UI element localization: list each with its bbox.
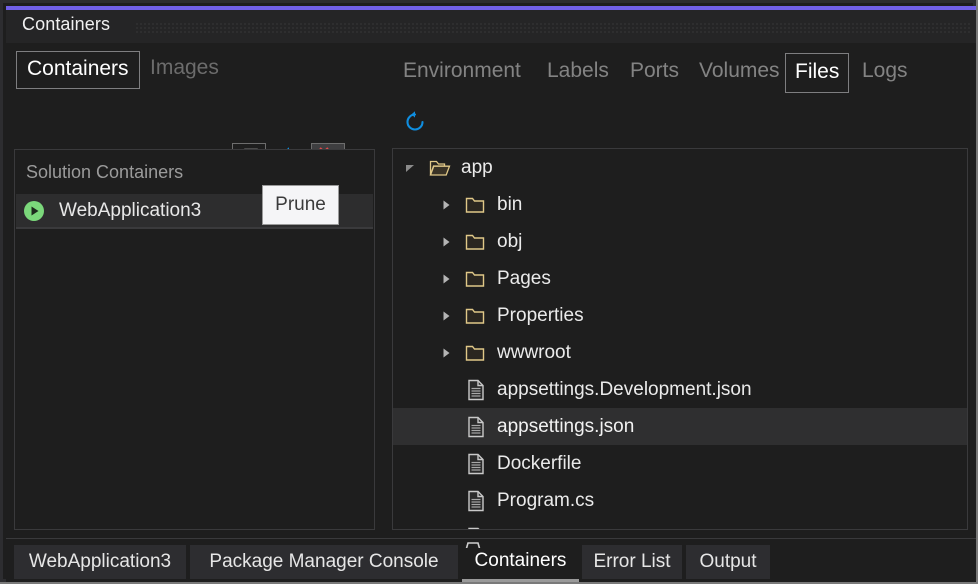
container-details-pane: Environment Labels Ports Volumes Files L… — [386, 43, 976, 538]
folder-icon — [465, 194, 487, 216]
title-bar-drag-grip[interactable] — [135, 22, 970, 33]
refresh-icon — [403, 110, 427, 139]
chevron-right-icon[interactable] — [439, 198, 453, 212]
bottom-tab-strip: WebApplication3 Package Manager Console … — [6, 538, 976, 582]
tree-row-label: obj — [497, 230, 523, 252]
tree-row-label: Program.cs — [497, 489, 595, 511]
file-icon — [465, 453, 487, 475]
containers-tool-window: Containers Containers Images Prune Solut… — [0, 0, 978, 584]
folder-icon — [429, 157, 451, 179]
window-title-bar: Containers — [6, 10, 976, 43]
tab-pin-indicator — [463, 538, 485, 548]
folder-icon — [465, 342, 487, 364]
tree-row[interactable]: wwwroot — [393, 334, 967, 371]
panel-body: Containers Images Prune Solution Contain… — [6, 43, 976, 538]
folder-icon — [465, 305, 487, 327]
tree-row-label: wwwroot — [497, 341, 571, 363]
container-list-item-label: WebApplication3 — [59, 199, 202, 221]
tree-row-label: bin — [497, 193, 523, 215]
tab-files[interactable]: Files — [785, 53, 850, 94]
tooltip-text: Prune — [275, 194, 326, 215]
tree-row-label: app — [461, 156, 493, 178]
tree-row[interactable] — [393, 519, 967, 529]
tab-images[interactable]: Images — [140, 51, 229, 87]
bottom-strip-divider — [6, 538, 976, 539]
file-icon — [465, 490, 487, 512]
tree-row-label: Properties — [497, 304, 584, 326]
running-play-icon — [22, 199, 46, 223]
window-frame: Containers Containers Images Prune Solut… — [0, 0, 976, 582]
tree-row[interactable]: bin — [393, 186, 967, 223]
files-toolbar — [386, 106, 976, 144]
tree-row-label: Pages — [497, 267, 551, 289]
tree-row-label: appsettings.Development.json — [497, 378, 752, 400]
containers-left-pane: Containers Images Prune Solution Contain… — [6, 43, 383, 538]
chevron-right-icon[interactable] — [439, 309, 453, 323]
tab-environment[interactable]: Environment — [394, 53, 530, 91]
file-icon — [465, 416, 487, 438]
tree-row[interactable]: obj — [393, 223, 967, 260]
file-icon — [465, 379, 487, 401]
folder-icon — [465, 231, 487, 253]
tab-containers[interactable]: Containers — [16, 51, 140, 90]
tab-volumes[interactable]: Volumes — [690, 53, 789, 91]
tree-row-label: Dockerfile — [497, 452, 582, 474]
bottom-tab-error-list[interactable]: Error List — [582, 545, 682, 579]
tree-row-label: appsettings.json — [497, 415, 635, 437]
bottom-tab-containers[interactable]: Containers — [462, 542, 579, 582]
bottom-tab-webapplication3[interactable]: WebApplication3 — [14, 545, 186, 579]
chevron-right-icon[interactable] — [439, 272, 453, 286]
tab-logs[interactable]: Logs — [853, 53, 917, 91]
tree-row[interactable]: Program.cs — [393, 482, 967, 519]
file-tree[interactable]: app bin obj Pages Properties wwwroot appsettin… — [392, 148, 968, 530]
chevron-right-icon[interactable] — [439, 346, 453, 360]
window-title: Containers — [22, 14, 111, 34]
bottom-tab-package-manager-console[interactable]: Package Manager Console — [190, 545, 458, 579]
chevron-down-icon[interactable] — [403, 161, 417, 175]
chevron-right-icon[interactable] — [439, 235, 453, 249]
tab-labels[interactable]: Labels — [538, 53, 618, 91]
tree-row[interactable]: Properties — [393, 297, 967, 334]
tab-ports[interactable]: Ports — [621, 53, 688, 91]
tree-row[interactable]: appsettings.Development.json — [393, 371, 967, 408]
bottom-tab-output[interactable]: Output — [686, 545, 770, 579]
list-row-divider — [16, 228, 373, 229]
file-icon — [465, 527, 487, 529]
tree-row[interactable]: app — [393, 149, 967, 186]
tree-row[interactable]: Pages — [393, 260, 967, 297]
prune-tooltip: Prune — [262, 185, 339, 225]
tree-row[interactable]: Dockerfile — [393, 445, 967, 482]
folder-icon — [465, 268, 487, 290]
tree-row[interactable]: appsettings.json — [393, 408, 967, 445]
refresh-files-button[interactable] — [399, 108, 431, 140]
